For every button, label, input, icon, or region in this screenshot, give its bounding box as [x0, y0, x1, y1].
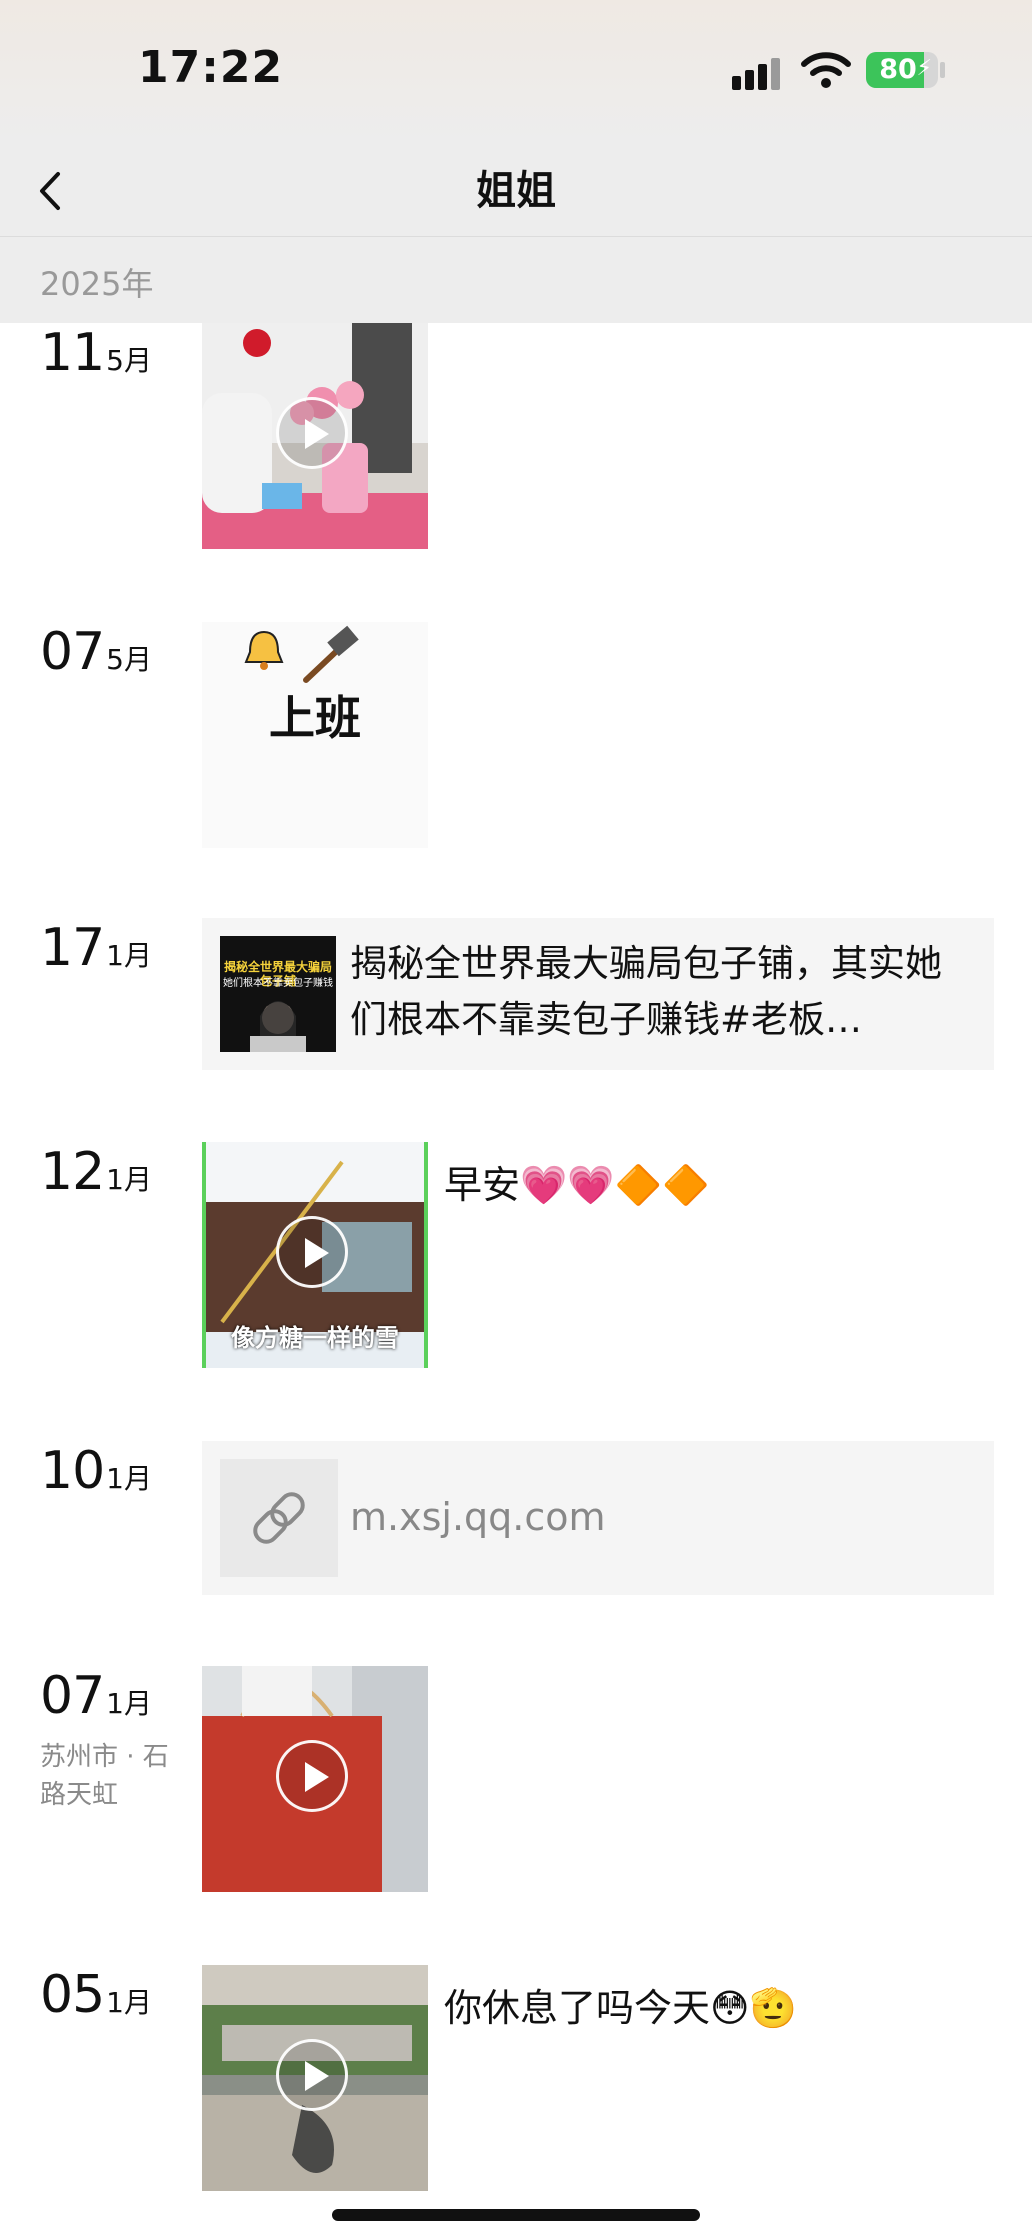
moment-entry[interactable]: 101月 m.xsj.qq.com [0, 1441, 1032, 1595]
battery-cap [940, 62, 945, 78]
entry-day: 12 [40, 1142, 105, 1202]
moment-entry[interactable]: 115月 [0, 323, 1032, 549]
wifi-icon [801, 52, 851, 88]
entry-month: 1月 [106, 939, 152, 972]
entry-location[interactable]: 苏州市 · 石路天虹 [40, 1738, 190, 1814]
entry-date: 115月 [40, 323, 152, 383]
cellular-signal-icon [732, 56, 784, 90]
portrait-figure [250, 1001, 306, 1052]
entry-day: 07 [40, 622, 105, 682]
moment-entry[interactable]: 071月 苏州市 · 石路天虹 [0, 1666, 1032, 1892]
entry-day: 07 [40, 1666, 105, 1726]
page-title: 姐姐 [476, 168, 556, 214]
entry-date: 121月 [40, 1142, 152, 1202]
article-thumbnail: 揭秘全世界最大骗局包子铺 她们根本不靠卖包子赚钱 [220, 936, 336, 1052]
shared-article-title: 揭秘全世界最大骗局包子铺，其实她们根本不靠卖包子赚钱#老板… [350, 942, 942, 1041]
image-text: 上班 [269, 691, 361, 745]
entry-month: 1月 [106, 1687, 152, 1720]
moment-entry[interactable]: 075月 上班 [0, 622, 1032, 848]
shared-article-card[interactable]: 揭秘全世界最大骗局包子铺 她们根本不靠卖包子赚钱 揭秘全世界最大骗局包子铺，其实… [202, 918, 994, 1070]
entry-date: 071月 [40, 1666, 152, 1726]
status-time: 17:22 [138, 42, 284, 93]
play-icon [276, 1216, 348, 1288]
shared-link-card[interactable]: m.xsj.qq.com [202, 1441, 994, 1595]
entry-month: 1月 [106, 1462, 152, 1495]
entry-caption: 你休息了吗今天😳🫡 [444, 1986, 797, 2030]
entry-month: 5月 [106, 643, 152, 676]
moment-entry[interactable]: 051月 你休息了吗今天😳🫡 [0, 1965, 1032, 2191]
battery-icon: 80 ⚡ [866, 52, 938, 88]
year-label: 2025年 [40, 265, 154, 303]
video-thumbnail[interactable] [202, 1965, 428, 2191]
home-indicator[interactable] [332, 2209, 700, 2221]
video-thumbnail[interactable] [202, 323, 428, 549]
entry-date: 051月 [40, 1965, 152, 2025]
link-icon [220, 1459, 338, 1577]
navigation-bar: 姐姐 [0, 140, 1032, 237]
entry-month: 5月 [106, 344, 152, 377]
image-thumbnail[interactable]: 上班 [202, 622, 428, 848]
entry-day: 17 [40, 918, 105, 978]
entry-date: 171月 [40, 918, 152, 978]
entry-caption: 早安💗💗🔶🔶 [444, 1163, 710, 1207]
video-subtitle: 像方糖一样的雪 [231, 1324, 399, 1352]
moment-entry[interactable]: 171月 揭秘全世界最大骗局包子铺 她们根本不靠卖包子赚钱 揭秘全世界最大骗局包… [0, 918, 1032, 1070]
video-thumbnail[interactable] [202, 1666, 428, 1892]
entry-month: 1月 [106, 1986, 152, 2019]
year-header: 2025年 [0, 237, 1032, 323]
link-url: m.xsj.qq.com [350, 1495, 606, 1539]
entry-month: 1月 [106, 1163, 152, 1196]
entry-day: 05 [40, 1965, 105, 2025]
play-icon [276, 1740, 348, 1812]
entry-day: 10 [40, 1441, 105, 1501]
entry-date: 075月 [40, 622, 152, 682]
entry-date: 101月 [40, 1441, 152, 1501]
video-thumbnail[interactable]: 像方糖一样的雪 [202, 1142, 428, 1368]
entry-day: 11 [40, 323, 105, 383]
status-bar: 17:22 80 ⚡ [0, 0, 1032, 140]
charging-bolt-icon: ⚡ [916, 56, 932, 81]
play-icon [276, 397, 348, 469]
moment-entry[interactable]: 121月 像方糖一样的雪 早安💗💗🔶🔶 [0, 1142, 1032, 1368]
play-icon [276, 2039, 348, 2111]
